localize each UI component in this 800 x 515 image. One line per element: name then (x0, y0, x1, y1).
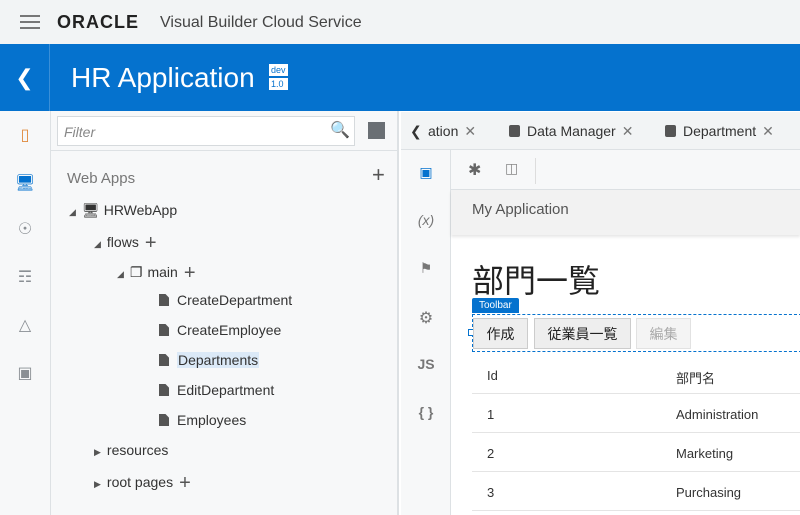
mobile-icon[interactable]: ▯ (0, 125, 50, 145)
tree-item-page[interactable]: Employees (159, 412, 246, 428)
create-button[interactable]: 作成 (473, 318, 528, 349)
page-icon (159, 294, 169, 306)
components-icon[interactable]: △ (0, 315, 50, 335)
tree-item-page[interactable]: CreateDepartment (159, 292, 292, 308)
navigator-rail: ▯ 🖥 ☉ ☶ △ ▣ (0, 111, 51, 515)
tree-label: CreateEmployee (177, 322, 282, 338)
expand-triangle-icon[interactable]: ◢ (69, 207, 76, 217)
column-header[interactable]: 部門名 (676, 368, 715, 387)
page-icon (159, 384, 169, 396)
cell: Marketing (676, 446, 734, 461)
add-web-app-icon[interactable]: + (372, 162, 385, 188)
json-source-icon[interactable]: { } (401, 404, 451, 420)
column-header[interactable]: Id (487, 368, 498, 383)
toolbar-selection-label: Toolbar (472, 298, 519, 313)
desktop-icon: 🖥 (81, 202, 100, 218)
tree-item-page[interactable]: CreateEmployee (159, 322, 281, 338)
business-objects-icon[interactable]: ☶ (0, 267, 50, 287)
collapse-panel-icon[interactable] (368, 122, 385, 139)
database-icon (665, 125, 676, 137)
version-number: 1.0 (269, 78, 288, 90)
tree-item-main[interactable]: ◢ ❐ main + (117, 262, 196, 285)
back-chevron-icon[interactable]: ❮ (0, 44, 50, 111)
close-icon[interactable]: ✕ (622, 123, 634, 139)
source-icon[interactable]: ▣ (0, 363, 50, 383)
tree-label: EditDepartment (177, 382, 275, 398)
table-header-row: Id 部門名 (472, 355, 800, 394)
tree-item-page[interactable]: EditDepartment (159, 382, 274, 398)
tree-label: Departments (177, 352, 260, 368)
page-icon (159, 324, 169, 336)
version-badge: dev 1.0 (269, 64, 288, 90)
cell: Administration (676, 407, 759, 422)
tree-item-root-pages[interactable]: ▶ root pages + (94, 472, 191, 495)
cell: Purchasing (676, 485, 742, 500)
tree-item-resources[interactable]: ▶ resources (94, 442, 168, 458)
cell: 3 (487, 485, 495, 500)
cell: 2 (487, 446, 495, 461)
tab-application[interactable]: ation ✕ (428, 123, 476, 140)
tree-label: main (147, 264, 178, 280)
tree-label: resources (106, 442, 169, 458)
expand-triangle-icon[interactable]: ◢ (94, 239, 101, 249)
tab-label: Data Manager (527, 123, 616, 139)
designer-icon[interactable]: ▣ (401, 164, 451, 181)
filter-input[interactable]: Filter (57, 116, 355, 146)
add-root-page-icon[interactable]: + (179, 472, 191, 494)
variables-icon[interactable]: (x) (401, 212, 451, 228)
tab-department[interactable]: Department ✕ (665, 123, 774, 140)
tab-label: Department (683, 123, 757, 139)
edit-button[interactable]: 編集 (636, 318, 691, 349)
page-icon (159, 354, 169, 366)
employee-list-button[interactable]: 従業員一覧 (534, 318, 631, 349)
toolbar-divider (535, 158, 536, 184)
close-icon[interactable]: ✕ (762, 123, 774, 139)
env-badge: dev (269, 64, 288, 76)
events-flag-icon[interactable]: ⚑ (401, 260, 451, 277)
designer-sidebar: ▣ (x) ⚑ ⚙ JS { } (401, 150, 451, 515)
app-title-text: HR Application (71, 62, 255, 93)
tree-label: Employees (177, 412, 247, 428)
search-icon[interactable]: 🔍 (330, 120, 350, 140)
table-row[interactable]: 3 Purchasing (472, 472, 800, 511)
collapsed-triangle-icon[interactable]: ▶ (94, 479, 101, 489)
flow-icon: ❐ (129, 264, 143, 280)
add-page-icon[interactable]: + (184, 262, 196, 284)
javascript-icon[interactable]: JS (401, 356, 451, 372)
page-heading[interactable]: 部門一覧 (472, 256, 600, 302)
add-flow-icon[interactable]: + (145, 232, 157, 254)
tree-item-page-selected[interactable]: Departments (159, 352, 260, 368)
designer-toolbar: ✱ ◫ (451, 150, 800, 190)
page-icon (159, 414, 169, 426)
web-apps-heading: Web Apps (67, 170, 136, 187)
tab-scroll-left-icon[interactable]: ❮ (410, 123, 422, 140)
divider (51, 150, 399, 151)
settings-gear-icon[interactable]: ⚙ (401, 308, 451, 328)
app-preview-header: My Application (451, 190, 800, 235)
web-apps-icon[interactable]: 🖥 (0, 173, 50, 193)
table-row[interactable]: 1 Administration (472, 394, 800, 433)
table-row[interactable]: 2 Marketing (472, 433, 800, 472)
app-title: HR Application (71, 62, 255, 94)
close-icon[interactable]: ✕ (464, 123, 476, 139)
service-connections-icon[interactable]: ☉ (0, 219, 50, 239)
service-name: Visual Builder Cloud Service (160, 14, 362, 31)
tab-data-manager[interactable]: Data Manager ✕ (509, 123, 633, 140)
tree-label: CreateDepartment (177, 292, 293, 308)
tab-label: ation (428, 123, 459, 139)
collapsed-triangle-icon[interactable]: ▶ (94, 447, 101, 457)
tree-label: HRWebApp (103, 202, 178, 218)
tree-label: root pages (106, 474, 174, 490)
oracle-logo: ORACLE (57, 12, 139, 32)
database-icon (509, 125, 520, 137)
cell: 1 (487, 407, 495, 422)
components-puzzle-icon[interactable]: ✱ (468, 160, 481, 180)
tree-label: flows (106, 234, 139, 250)
hamburger-menu-icon[interactable] (20, 15, 40, 29)
tree-item-hrwebapp[interactable]: ◢ 🖥 HRWebApp (69, 202, 177, 219)
expand-triangle-icon[interactable]: ◢ (117, 269, 124, 279)
tree-item-flows[interactable]: ◢ flows + (94, 232, 157, 255)
structure-icon[interactable]: ◫ (505, 160, 518, 177)
editor-tabs: ❮ ation ✕ Data Manager ✕ Department ✕ (401, 112, 800, 150)
